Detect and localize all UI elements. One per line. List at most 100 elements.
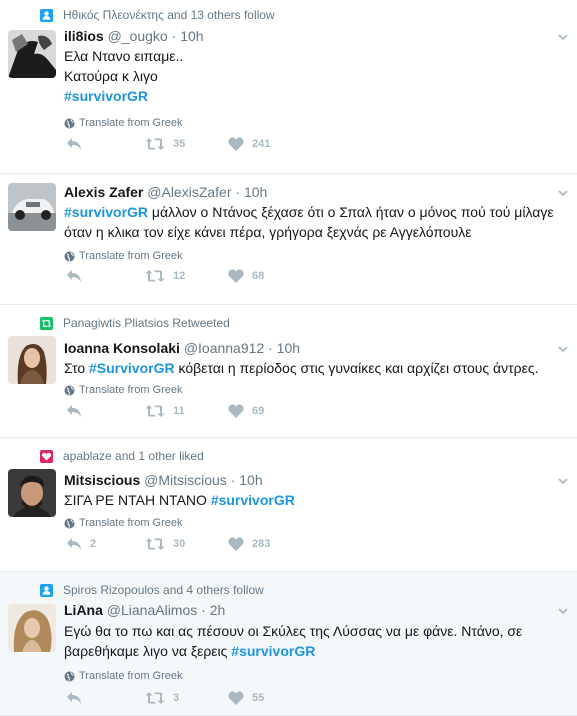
avatar[interactable]	[8, 604, 56, 652]
translate-label: Translate from Greek	[79, 517, 183, 529]
chevron-down-icon[interactable]	[557, 605, 569, 617]
heart-icon	[228, 269, 244, 283]
user-handle[interactable]: @AlexisZafer	[147, 184, 231, 200]
translate-label: Translate from Greek	[79, 384, 183, 396]
tweet-header: Mitsiscious @Mitsiscious · 10h	[64, 471, 567, 489]
globe-icon	[64, 671, 75, 681]
social-context[interactable]: Panagiwtis Pliatsios Retweeted	[40, 316, 230, 330]
retweet-count: 35	[173, 138, 186, 150]
tweet-text-line: ΣΙΓΑ ΡΕ ΝΤΑΗ ΝΤΑΝΟ #survivorGR	[64, 492, 295, 508]
retweet-count: 3	[173, 692, 180, 704]
translate-link[interactable]: Translate from Greek	[64, 250, 183, 262]
tweet[interactable]: Ηθικός Πλεονέκτης and 13 others follow i…	[0, 0, 577, 174]
retweet-icon	[145, 692, 165, 704]
reply-button[interactable]	[66, 690, 90, 706]
avatar[interactable]	[8, 30, 56, 78]
retweet-button[interactable]: 3	[145, 690, 179, 706]
user-name[interactable]: LiAna	[64, 602, 103, 618]
reply-button[interactable]	[66, 268, 90, 284]
social-context[interactable]: Spiros Rizopoulos and 4 others follow	[40, 583, 264, 597]
retweet-icon	[145, 538, 165, 550]
tweet[interactable]: Spiros Rizopoulos and 4 others follow Li…	[0, 572, 577, 716]
user-handle[interactable]: @LianaAlimos	[107, 602, 197, 618]
reply-button[interactable]	[66, 403, 90, 419]
like-button[interactable]: 283	[228, 536, 270, 552]
retweet-context-icon	[40, 316, 53, 330]
globe-icon	[64, 118, 75, 128]
reply-button[interactable]: 2	[66, 536, 96, 552]
timestamp[interactable]: 10h	[277, 340, 300, 356]
user-handle[interactable]: @Mitsiscious	[144, 472, 227, 488]
timestamp[interactable]: 10h	[239, 472, 262, 488]
heart-icon	[228, 137, 244, 151]
reply-icon	[67, 270, 81, 282]
like-button[interactable]: 69	[228, 403, 264, 419]
tweet[interactable]: Alexis Zafer @AlexisZafer · 10h #survivo…	[0, 174, 577, 305]
user-name[interactable]: ili8ios	[64, 28, 104, 44]
tweet-header: Alexis Zafer @AlexisZafer · 10h	[64, 183, 567, 201]
separator: ·	[268, 340, 273, 356]
social-context[interactable]: apablaze and 1 other liked	[40, 449, 204, 463]
hashtag-link[interactable]: #survivorGR	[231, 643, 315, 659]
user-name[interactable]: Alexis Zafer	[64, 184, 143, 200]
retweet-count: 11	[173, 405, 185, 417]
heart-icon	[228, 404, 244, 418]
follow-icon	[40, 8, 53, 22]
hashtag-link[interactable]: #survivorGR	[64, 88, 148, 104]
retweet-button[interactable]: 30	[145, 536, 185, 552]
user-handle[interactable]: @Ioanna912	[184, 340, 264, 356]
tweet-text-line: Ελα Ντανο ειπαμε..	[64, 48, 184, 64]
timestamp[interactable]: 10h	[180, 28, 203, 44]
avatar[interactable]	[8, 469, 56, 517]
retweet-icon	[145, 405, 165, 417]
separator: ·	[230, 472, 236, 488]
translate-link[interactable]: Translate from Greek	[64, 117, 183, 129]
reply-icon	[67, 405, 81, 417]
avatar[interactable]	[8, 336, 56, 384]
reply-icon	[67, 138, 81, 150]
social-context[interactable]: Ηθικός Πλεονέκτης and 13 others follow	[40, 8, 275, 22]
translate-link[interactable]: Translate from Greek	[64, 517, 183, 529]
like-count: 55	[252, 692, 265, 704]
timestamp[interactable]: 10h	[244, 184, 267, 200]
like-count: 241	[252, 138, 271, 150]
user-name[interactable]: Ioanna Konsolaki	[64, 340, 180, 356]
retweet-icon	[145, 270, 165, 282]
translate-label: Translate from Greek	[79, 250, 183, 262]
retweet-button[interactable]: 35	[145, 136, 185, 152]
tweet-header: ili8ios @_ougko · 10h	[64, 27, 567, 45]
retweet-button[interactable]: 12	[145, 268, 185, 284]
tweet-text-line: Εγώ θα το πω και ας πέσουν οι Σκύλες της…	[64, 623, 523, 639]
follow-icon	[40, 583, 53, 597]
tweet-header: Ioanna Konsolaki @Ioanna912 · 10h	[64, 339, 567, 357]
tweet-header: LiAna @LianaAlimos · 2h	[64, 601, 567, 619]
user-handle[interactable]: @_ougko	[108, 28, 168, 44]
chevron-down-icon[interactable]	[557, 31, 569, 43]
timestamp[interactable]: 2h	[210, 602, 226, 618]
translate-link[interactable]: Translate from Greek	[64, 670, 183, 682]
retweet-count: 12	[173, 270, 186, 282]
tweet[interactable]: Panagiwtis Pliatsios Retweeted Ioanna Ko…	[0, 305, 577, 438]
tweet-text: Εγώ θα το πω και ας πέσουν οι Σκύλες της…	[64, 621, 563, 661]
retweet-button[interactable]: 11	[145, 403, 185, 419]
like-button[interactable]: 55	[228, 690, 264, 706]
tweet-text-line: Κατούρα κ λιγο	[64, 68, 158, 84]
chevron-down-icon[interactable]	[557, 343, 569, 355]
social-context-text: Spiros Rizopoulos and 4 others follow	[63, 583, 264, 597]
reply-icon	[67, 692, 81, 704]
reply-button[interactable]	[66, 136, 90, 152]
chevron-down-icon[interactable]	[557, 187, 569, 199]
separator: ·	[171, 28, 177, 44]
hashtag-link[interactable]: #survivorGR	[211, 492, 295, 508]
like-count: 69	[252, 405, 265, 417]
avatar[interactable]	[8, 183, 56, 231]
hashtag-link[interactable]: #survivorGR	[64, 204, 148, 220]
chevron-down-icon[interactable]	[557, 475, 569, 487]
like-button[interactable]: 68	[228, 268, 264, 284]
translate-link[interactable]: Translate from Greek	[64, 384, 183, 396]
user-name[interactable]: Mitsiscious	[64, 472, 140, 488]
hashtag-link[interactable]: #SurvivorGR	[89, 360, 175, 376]
tweet[interactable]: apablaze and 1 other liked Mitsiscious @…	[0, 438, 577, 572]
like-button[interactable]: 241	[228, 136, 270, 152]
heart-context-icon	[40, 449, 53, 463]
